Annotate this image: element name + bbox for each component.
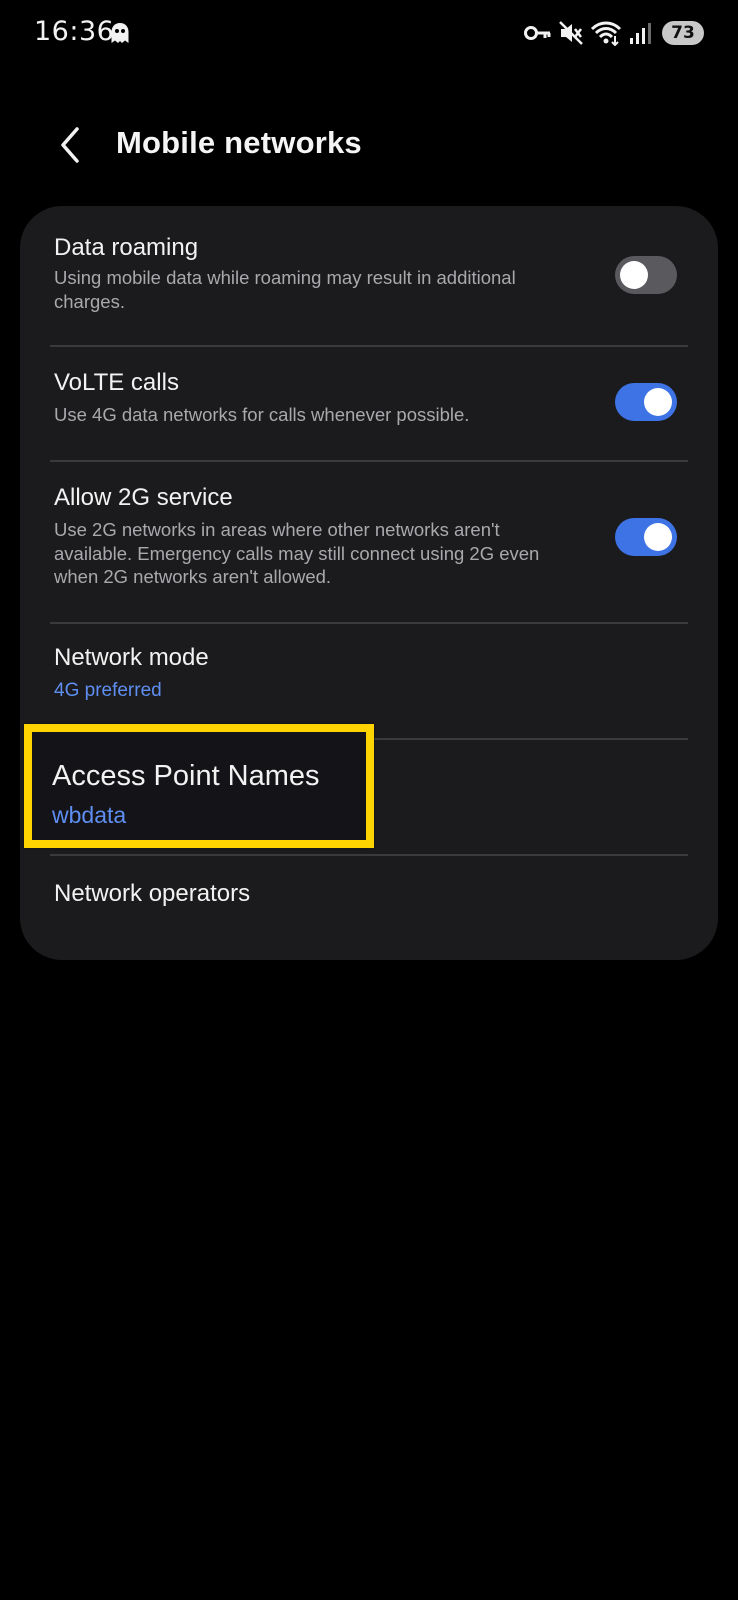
network-operators-title: Network operators	[54, 880, 251, 907]
header: Mobile networks	[0, 105, 738, 185]
data-roaming-row[interactable]: Data roaming Using mobile data while roa…	[20, 206, 718, 342]
access-point-names-value: wbdata	[52, 802, 127, 828]
network-mode-title: Network mode	[54, 644, 209, 671]
vpn-key-icon	[524, 23, 552, 43]
page-title: Mobile networks	[116, 125, 362, 160]
status-bar: 16:36 73	[0, 0, 738, 70]
ghost-icon	[110, 22, 130, 44]
allow-2g-title: Allow 2G service	[54, 484, 233, 511]
network-mode-row[interactable]: Network mode 4G preferred	[20, 624, 718, 736]
chevron-left-icon	[61, 127, 79, 163]
screen: 16:36 73 Mobile networks Data roaming Us…	[0, 0, 738, 1600]
toggle-knob	[620, 261, 648, 289]
battery-icon: 73	[662, 21, 704, 45]
wifi-icon	[590, 20, 622, 46]
data-roaming-title: Data roaming	[54, 234, 199, 261]
back-button[interactable]	[44, 120, 94, 170]
volte-calls-toggle[interactable]	[615, 383, 677, 421]
volte-calls-desc: Use 4G data networks for calls whenever …	[54, 404, 470, 425]
access-point-names-row[interactable]: Access Point Names wbdata	[24, 724, 374, 848]
toggle-knob	[644, 523, 672, 551]
mute-icon	[558, 20, 584, 46]
network-operators-row[interactable]: Network operators	[20, 856, 718, 960]
volte-calls-title: VoLTE calls	[54, 369, 179, 396]
allow-2g-toggle[interactable]	[615, 518, 677, 556]
data-roaming-desc: Using mobile data while roaming may resu…	[54, 267, 516, 312]
network-mode-value: 4G preferred	[54, 680, 162, 701]
status-time: 16:36	[34, 16, 115, 47]
toggle-knob	[644, 388, 672, 416]
access-point-names-title: Access Point Names	[52, 760, 320, 792]
signal-icon	[628, 21, 652, 45]
data-roaming-toggle[interactable]	[615, 256, 677, 294]
allow-2g-desc: Use 2G networks in areas where other net…	[54, 519, 540, 587]
volte-calls-row[interactable]: VoLTE calls Use 4G data networks for cal…	[20, 347, 718, 459]
status-icons: 73	[524, 18, 704, 48]
allow-2g-row[interactable]: Allow 2G service Use 2G networks in area…	[20, 462, 718, 618]
